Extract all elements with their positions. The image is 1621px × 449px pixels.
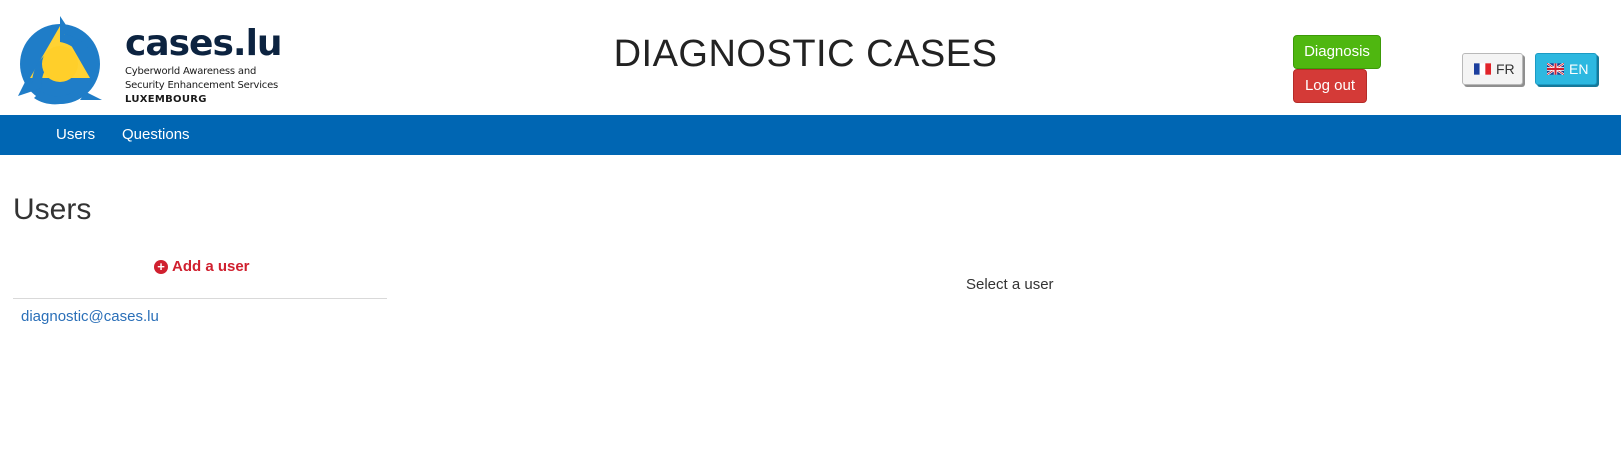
plus-circle-icon: +	[154, 260, 168, 274]
nav-item-questions[interactable]: Questions	[122, 115, 190, 155]
language-fr-label: FR	[1496, 61, 1515, 77]
diagnosis-button[interactable]: Diagnosis	[1293, 35, 1381, 69]
brand-subtitle-line2: Security Enhancement Services	[125, 80, 279, 91]
nav-item-users[interactable]: Users	[56, 115, 95, 155]
header: cases.lu Cyberworld Awareness and Securi…	[0, 0, 1621, 115]
empty-selection-message: Select a user	[966, 276, 1054, 293]
france-flag-icon	[1474, 63, 1491, 75]
language-en-label: EN	[1569, 61, 1589, 77]
logout-button[interactable]: Log out	[1293, 69, 1367, 103]
language-fr-button[interactable]: FR	[1462, 53, 1523, 85]
brand-country: LUXEMBOURG	[125, 94, 207, 105]
main-nav: Users Questions	[0, 115, 1621, 155]
page-title: Users	[13, 193, 92, 226]
uk-flag-icon	[1547, 63, 1564, 75]
add-user-label: Add a user	[172, 258, 250, 275]
add-user-button[interactable]: + Add a user	[154, 258, 250, 275]
divider	[13, 298, 387, 299]
language-en-button[interactable]: EN	[1535, 53, 1597, 85]
user-list-item[interactable]: diagnostic@cases.lu	[21, 308, 159, 325]
